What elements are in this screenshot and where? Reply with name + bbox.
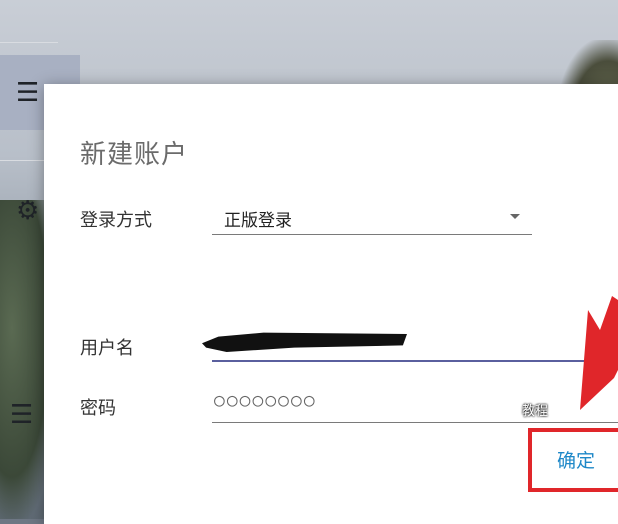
sidebar-divider xyxy=(0,42,58,43)
watermark-text: 教程 xyxy=(522,404,549,419)
list-icon[interactable]: ☰ xyxy=(10,402,33,428)
dialog-title: 新建账户 xyxy=(80,140,189,170)
chevron-down-icon xyxy=(510,214,520,219)
redaction-scribble xyxy=(202,332,407,352)
username-field[interactable] xyxy=(202,324,618,362)
gear-icon[interactable]: ⚙ xyxy=(16,198,39,224)
list-icon[interactable]: ☰ xyxy=(16,80,39,106)
login-method-select[interactable]: 正版登录 xyxy=(212,200,532,235)
confirm-button[interactable]: 确定 xyxy=(530,429,618,489)
password-field[interactable]: ○○○○○○○○ xyxy=(212,386,618,423)
username-label: 用户名 xyxy=(80,338,134,359)
password-value: ○○○○○○○○ xyxy=(214,390,317,411)
new-account-dialog: 新建账户 登录方式 正版登录 用户名 密码 ○○○○○○○○ 确定 xyxy=(44,84,618,524)
password-label: 密码 xyxy=(80,398,116,419)
login-method-label: 登录方式 xyxy=(80,210,152,231)
login-method-value: 正版登录 xyxy=(224,211,292,231)
